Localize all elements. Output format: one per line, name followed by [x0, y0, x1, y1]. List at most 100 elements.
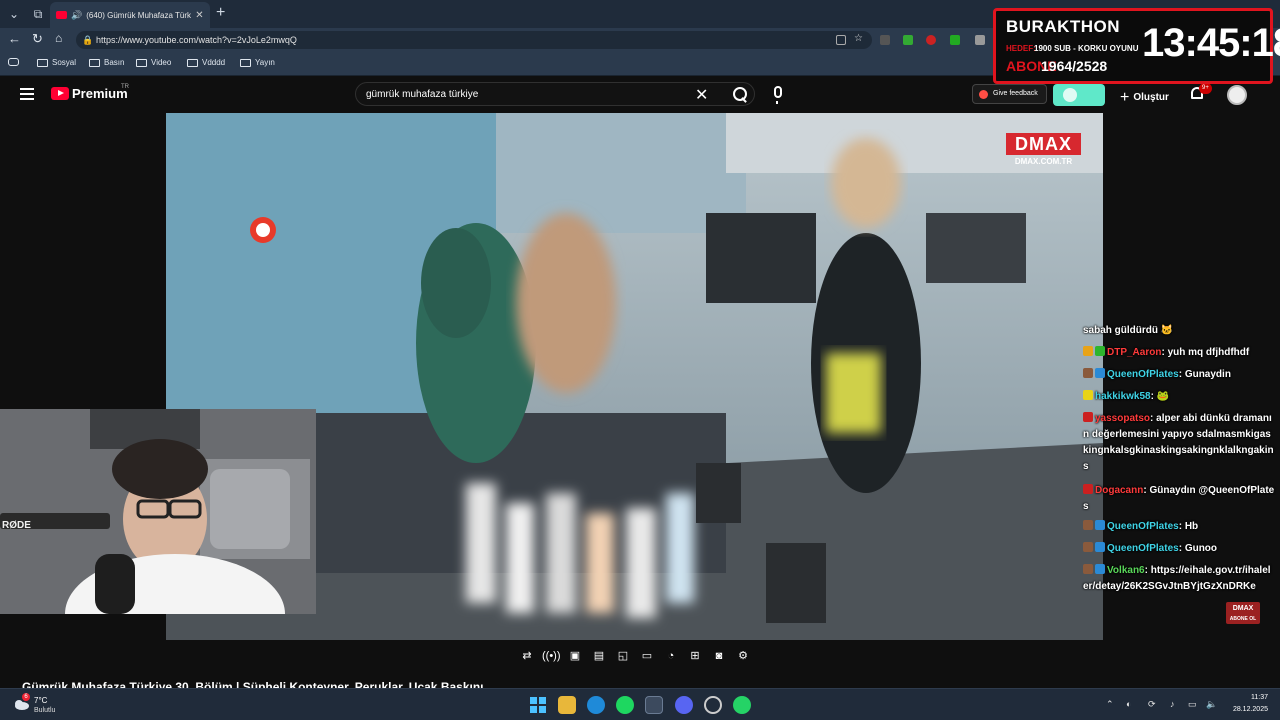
tray-app-icon[interactable]: ◐	[1126, 699, 1131, 709]
new-tab-button[interactable]: +	[216, 4, 225, 22]
folder-icon	[240, 58, 251, 67]
clear-search-icon[interactable]: ✕	[695, 85, 708, 105]
bookmark-sosyal[interactable]: Sosyal	[37, 58, 76, 67]
feedback-icon	[979, 90, 988, 99]
plus-icon: +	[1120, 89, 1130, 106]
tab-title: (640) Gümrük Muhafaza Türkiye	[86, 10, 192, 20]
chat-text: Gunoo	[1184, 543, 1218, 554]
folder-icon	[187, 58, 198, 67]
chat-message: Dogacann: Günaydın @QueenOfPlates	[1083, 484, 1275, 512]
webcam-scene	[0, 409, 316, 614]
close-tab-icon[interactable]: ✕	[195, 10, 203, 21]
site-info-icon[interactable]: 🔒	[82, 31, 93, 49]
weather-temperature: 7°C	[34, 696, 48, 705]
chat-message: sabah güldürdü 🐱	[1083, 323, 1275, 339]
microphone-brand-label: RØDE	[2, 520, 31, 531]
extension-icon[interactable]	[903, 35, 913, 45]
weather-condition: Bulutlu	[34, 707, 56, 714]
voice-search-icon[interactable]	[774, 86, 782, 104]
bookmark-yayin[interactable]: Yayın	[240, 58, 275, 67]
bookmark-video[interactable]: Video	[136, 58, 171, 67]
extension-icon[interactable]	[880, 35, 890, 45]
discord-icon[interactable]	[675, 696, 693, 714]
chat-message: QueenOfPlates: Gunoo	[1083, 541, 1275, 557]
chat-username: QueenOfPlates	[1107, 521, 1179, 532]
start-windows-icon[interactable]	[529, 696, 547, 714]
extension-icon[interactable]	[950, 35, 960, 45]
spotify-icon[interactable]	[616, 696, 634, 714]
create-button[interactable]: + Oluştur	[1120, 87, 1169, 106]
clip-icon[interactable]: ▤	[590, 647, 608, 665]
extension-icon[interactable]	[975, 35, 985, 45]
chat-text: sabah güldürdü 🐱	[1083, 325, 1174, 336]
search-input[interactable]	[366, 86, 686, 103]
network-icon[interactable]: ▭	[1188, 699, 1197, 710]
overlay-timer: 13:45:18	[1142, 21, 1280, 65]
theater-icon[interactable]: ▭	[638, 647, 656, 665]
reading-list-icon[interactable]	[8, 58, 19, 66]
url-text: https://www.youtube.com/watch?v=2vJoLe2m…	[96, 35, 297, 45]
file-explorer-icon[interactable]	[558, 696, 576, 714]
reload-icon[interactable]: ↻	[32, 31, 43, 47]
chat-badge-icon	[1095, 564, 1105, 574]
bookmark-basin[interactable]: Basın	[89, 58, 124, 67]
youtube-logo-icon[interactable]	[51, 87, 69, 100]
youtube-premium-label[interactable]: Premium	[72, 86, 128, 101]
screenshot-camera-icon[interactable]: ◙	[710, 647, 728, 665]
add-frame-icon[interactable]: ⊞	[686, 647, 704, 665]
edge-browser-icon[interactable]	[587, 696, 605, 714]
obs-icon[interactable]	[704, 696, 722, 714]
microphone-icon[interactable]: ♪	[1170, 699, 1175, 709]
url-field[interactable]: 🔒 https://www.youtube.com/watch?v=2vJoLe…	[76, 31, 872, 49]
menu-icon[interactable]	[20, 88, 34, 100]
tab-actions-chevron-icon[interactable]: ⌄	[4, 5, 24, 23]
steam-icon[interactable]	[645, 696, 663, 714]
workspaces-icon[interactable]: ⧉	[28, 5, 48, 23]
chat-badge-icon	[1083, 484, 1093, 494]
chat-message: hakkikwk58: 🐸	[1083, 389, 1275, 405]
speed-icon[interactable]: ◔	[662, 647, 680, 665]
account-avatar[interactable]	[1227, 85, 1247, 105]
clock-date[interactable]: 28.12.2025	[1228, 706, 1268, 713]
chat-badge-icon	[1095, 368, 1105, 378]
sync-icon[interactable]: ⟳	[1148, 699, 1156, 710]
app-available-icon[interactable]	[836, 35, 846, 45]
search-box: ✕	[355, 82, 755, 106]
folder-icon	[136, 58, 147, 67]
chat-badge-icon	[1083, 520, 1093, 530]
stream-subathon-overlay: BURAKTHON HEDEF: 1900 SUB - KORKU OYUNU …	[993, 8, 1280, 84]
extension-icon[interactable]	[926, 35, 936, 45]
speaker-icon[interactable]: 🔊	[71, 10, 82, 21]
settings-gear-icon[interactable]: ⚙	[734, 647, 752, 665]
favorite-star-icon[interactable]: ☆	[854, 33, 864, 44]
extension-button[interactable]	[1053, 84, 1105, 106]
chat-text: 🐸	[1156, 391, 1170, 402]
chat-message: DTP_Aaron: yuh mq dfjhdfhdf	[1083, 345, 1275, 361]
notification-count-badge: 9+	[1199, 83, 1212, 94]
dmax-watermark: DMAX DMAX.COM.TR	[1006, 133, 1081, 167]
give-feedback-button[interactable]: Give feedback	[972, 84, 1047, 104]
chat-overlay: sabah güldürdü 🐱 DTP_Aaron: yuh mq dfjhdf…	[1083, 323, 1280, 633]
show-hidden-icons-chevron-icon[interactable]: ⌃	[1106, 699, 1114, 710]
search-button[interactable]	[724, 83, 754, 105]
youtube-favicon-icon	[56, 11, 67, 19]
back-arrow-icon[interactable]: ←	[8, 31, 21, 46]
broadcast-icon[interactable]: ((•))	[542, 647, 561, 665]
chat-badge-icon	[1083, 542, 1093, 552]
home-icon[interactable]: ⌂	[55, 31, 62, 45]
bookmark-vdddd[interactable]: Vdddd	[187, 58, 225, 67]
chat-badge-icon	[1095, 542, 1105, 552]
whatsapp-icon[interactable]	[733, 696, 751, 714]
chat-username: hakkikwk58	[1095, 391, 1151, 402]
chat-badge-icon	[1083, 564, 1093, 574]
volume-icon[interactable]: 🔈	[1206, 699, 1217, 710]
loop-icon[interactable]: ⇄	[518, 647, 536, 665]
webcam-overlay: RØDE	[0, 409, 316, 614]
camera-settings-icon[interactable]: ▣	[566, 647, 584, 665]
chat-message: QueenOfPlates: Gunaydin	[1083, 367, 1275, 383]
clock-time[interactable]: 11:37	[1240, 694, 1268, 701]
player-extension-controls: ⇄ ((•)) ▣ ▤ ◱ ▭ ◔ ⊞ ◙ ⚙	[510, 647, 760, 669]
folder-icon	[89, 58, 100, 67]
picture-in-picture-icon[interactable]: ◱	[614, 647, 632, 665]
browser-tab-youtube[interactable]: 🔊 (640) Gümrük Muhafaza Türkiye ✕	[50, 2, 210, 28]
